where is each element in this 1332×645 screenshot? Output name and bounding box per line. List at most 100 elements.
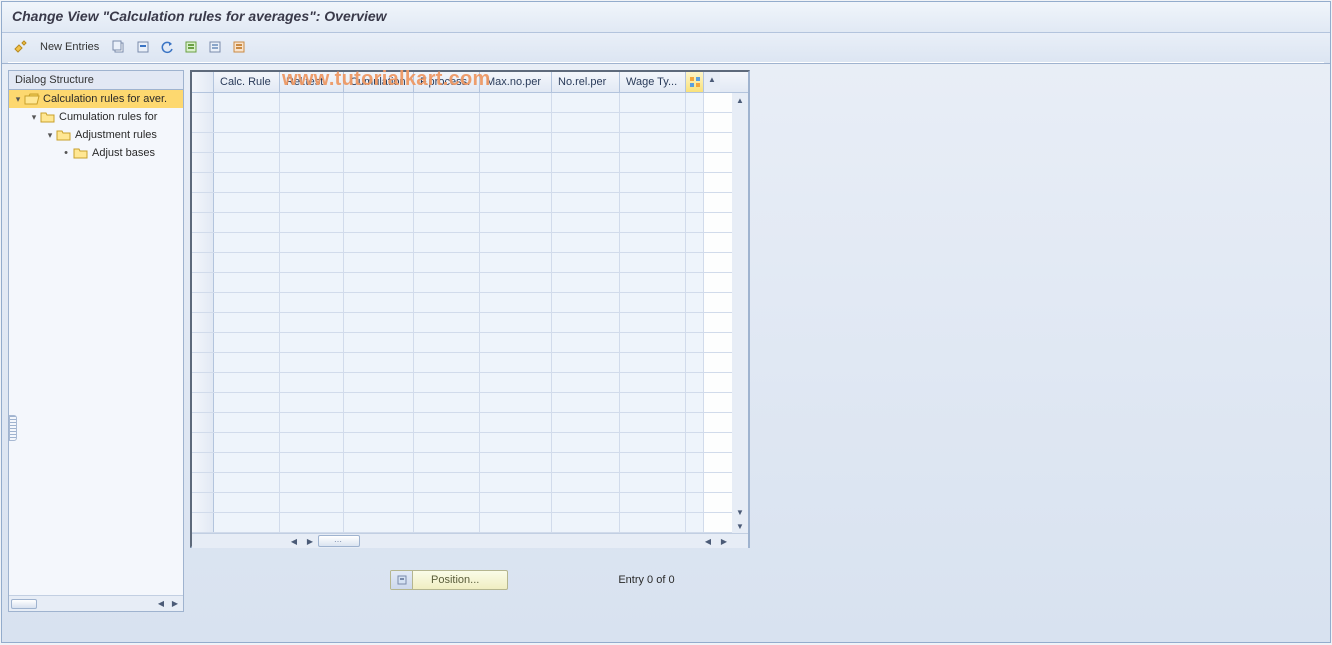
table-cell[interactable] (480, 153, 552, 172)
table-cell[interactable] (344, 433, 414, 452)
scroll-right-step-icon[interactable]: ▶ (302, 534, 318, 548)
table-cell[interactable] (280, 433, 344, 452)
table-cell[interactable] (214, 293, 280, 312)
table-cell[interactable] (414, 173, 480, 192)
table-cell[interactable] (344, 293, 414, 312)
table-cell[interactable] (214, 493, 280, 512)
table-cell[interactable] (414, 393, 480, 412)
row-selector[interactable] (192, 253, 214, 272)
table-cell[interactable] (620, 353, 686, 372)
table-cell[interactable] (480, 373, 552, 392)
table-cell[interactable] (620, 413, 686, 432)
table-cell[interactable] (414, 313, 480, 332)
table-cell[interactable] (414, 193, 480, 212)
table-cell[interactable] (552, 453, 620, 472)
table-cell[interactable] (620, 453, 686, 472)
table-cell[interactable] (620, 373, 686, 392)
scrollbar-thumb[interactable]: ⋯ (318, 535, 360, 547)
table-cell[interactable] (214, 193, 280, 212)
table-cell[interactable] (414, 473, 480, 492)
table-cell[interactable] (344, 493, 414, 512)
select-all-icon[interactable] (181, 37, 201, 57)
splitter-handle[interactable] (9, 415, 17, 441)
scroll-left-icon[interactable]: ◀ (286, 534, 302, 548)
table-cell[interactable] (480, 353, 552, 372)
undo-icon[interactable] (157, 37, 177, 57)
table-cell[interactable] (280, 373, 344, 392)
table-cell[interactable] (620, 493, 686, 512)
table-cell[interactable] (280, 213, 344, 232)
row-selector[interactable] (192, 513, 214, 532)
table-cell[interactable] (344, 353, 414, 372)
table-row[interactable] (192, 353, 732, 373)
table-cell[interactable] (552, 493, 620, 512)
table-cell[interactable] (552, 473, 620, 492)
table-cell[interactable] (280, 473, 344, 492)
table-cell[interactable] (414, 513, 480, 532)
table-cell[interactable] (414, 253, 480, 272)
scroll-up-icon[interactable]: ▲ (704, 72, 720, 86)
table-cell[interactable] (552, 513, 620, 532)
table-cell[interactable] (552, 153, 620, 172)
table-cell[interactable] (214, 333, 280, 352)
table-row[interactable] (192, 153, 732, 173)
table-cell[interactable] (480, 293, 552, 312)
table-row[interactable] (192, 513, 732, 533)
table-cell[interactable] (480, 313, 552, 332)
table-cell[interactable] (344, 373, 414, 392)
table-row[interactable] (192, 213, 732, 233)
table-row[interactable] (192, 173, 732, 193)
table-cell[interactable] (552, 313, 620, 332)
table-cell[interactable] (480, 173, 552, 192)
table-cell[interactable] (214, 433, 280, 452)
toggle-edit-icon[interactable] (10, 37, 30, 57)
row-selector[interactable] (192, 93, 214, 112)
table-cell[interactable] (414, 373, 480, 392)
table-row[interactable] (192, 253, 732, 273)
table-cell[interactable] (480, 493, 552, 512)
table-cell[interactable] (214, 213, 280, 232)
tree-expander-icon[interactable]: ▾ (45, 130, 55, 141)
table-cell[interactable] (414, 453, 480, 472)
table-cell[interactable] (280, 493, 344, 512)
table-cell[interactable] (480, 233, 552, 252)
tree-expander-icon[interactable]: ▾ (29, 112, 39, 123)
table-cell[interactable] (414, 333, 480, 352)
table-cell[interactable] (480, 93, 552, 112)
horizontal-scrollbar[interactable]: ◀ ▶ ⋯ ◀ ▶ (192, 533, 748, 548)
new-entries-button[interactable]: New Entries (34, 37, 105, 57)
table-cell[interactable] (280, 253, 344, 272)
table-row[interactable] (192, 473, 732, 493)
table-cell[interactable] (552, 433, 620, 452)
select-block-icon[interactable] (205, 37, 225, 57)
table-row[interactable] (192, 333, 732, 353)
table-cell[interactable] (414, 233, 480, 252)
table-cell[interactable] (552, 273, 620, 292)
row-selector[interactable] (192, 313, 214, 332)
table-cell[interactable] (552, 113, 620, 132)
table-cell[interactable] (344, 333, 414, 352)
row-selector[interactable] (192, 393, 214, 412)
table-cell[interactable] (552, 393, 620, 412)
table-cell[interactable] (214, 133, 280, 152)
column-header-max-no-per[interactable]: Max.no.per (480, 72, 552, 92)
vertical-scrollbar[interactable]: ▲ ▼ ▼ (732, 93, 748, 533)
copy-icon[interactable] (109, 37, 129, 57)
table-cell[interactable] (344, 393, 414, 412)
table-row[interactable] (192, 193, 732, 213)
row-selector[interactable] (192, 453, 214, 472)
table-cell[interactable] (280, 153, 344, 172)
tree-item-cumulation-rules[interactable]: ▾ Cumulation rules for (9, 108, 183, 126)
table-row[interactable] (192, 433, 732, 453)
table-cell[interactable] (552, 93, 620, 112)
table-cell[interactable] (620, 193, 686, 212)
table-cell[interactable] (344, 453, 414, 472)
table-cell[interactable] (214, 373, 280, 392)
row-selector[interactable] (192, 273, 214, 292)
row-selector[interactable] (192, 493, 214, 512)
table-cell[interactable] (620, 213, 686, 232)
tree-item-adjust-bases[interactable]: • Adjust bases (9, 144, 183, 162)
table-row[interactable] (192, 293, 732, 313)
table-cell[interactable] (620, 393, 686, 412)
table-cell[interactable] (552, 133, 620, 152)
